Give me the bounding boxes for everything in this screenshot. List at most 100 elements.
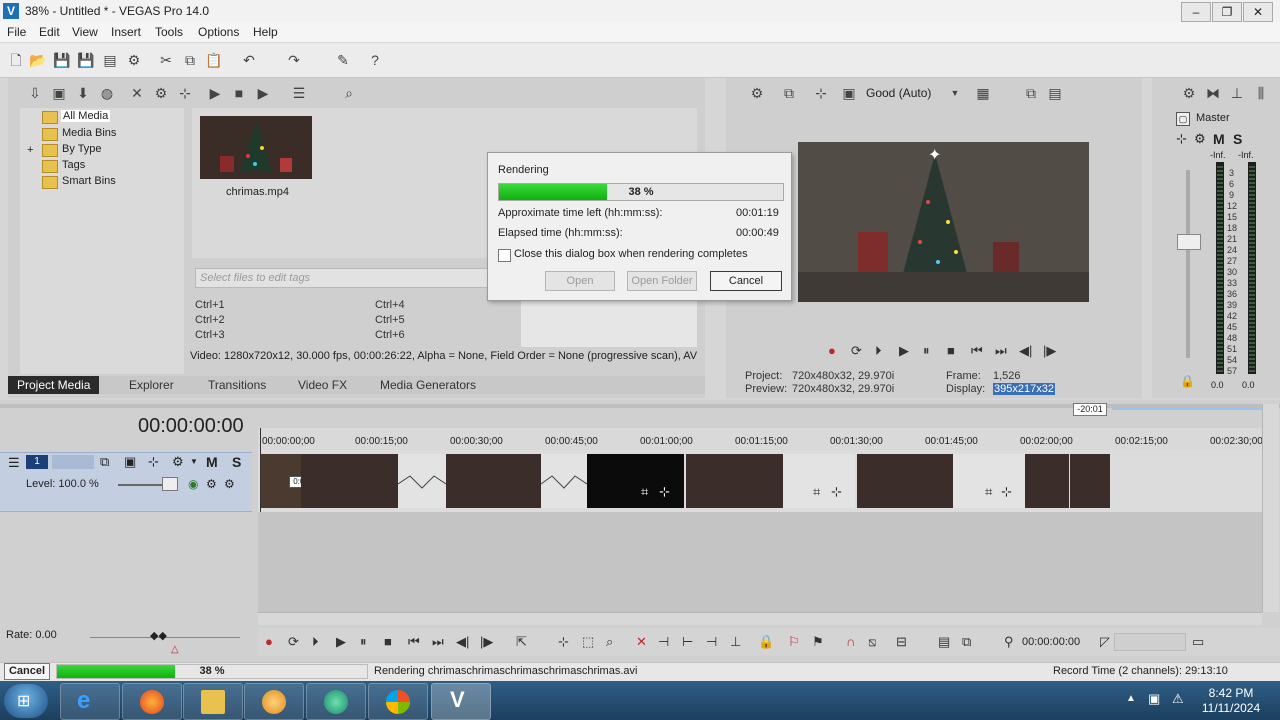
undo-icon[interactable]: ↶ (240, 51, 258, 69)
record-icon[interactable]: ● (265, 634, 273, 649)
tree-expander[interactable]: + (27, 144, 33, 156)
solo-button[interactable]: S (1233, 131, 1242, 147)
event-fx-icon[interactable]: ⊹ (659, 484, 670, 500)
event-fx-icon[interactable]: ⊹ (1001, 484, 1012, 500)
play-from-start-icon[interactable]: ⏵ (312, 634, 319, 650)
pause-icon[interactable]: ⏸ (923, 343, 930, 359)
play-icon[interactable]: ▶ (336, 634, 346, 650)
loop-icon[interactable]: ⟳ (288, 634, 299, 650)
plug-in-icon[interactable]: ⊹ (176, 84, 194, 102)
play-icon[interactable]: ▶ (899, 343, 909, 359)
lock-envelopes-icon[interactable]: ▤ (938, 634, 950, 650)
menu-file[interactable]: File (7, 25, 26, 39)
playhead[interactable] (260, 428, 261, 512)
taskbar-clock[interactable]: 8:42 PM 11/11/2024 (1196, 686, 1266, 716)
video-clip[interactable] (1070, 454, 1110, 508)
marker-icon[interactable]: ⚐ (788, 634, 800, 650)
taskbar-windows-app[interactable] (368, 683, 428, 720)
next-frame-icon[interactable]: |▶ (1043, 343, 1056, 359)
video-clip[interactable] (857, 454, 953, 508)
lock-icon[interactable]: 🔒 (758, 634, 774, 650)
normal-edit-tool-icon[interactable]: ⇱ (516, 634, 527, 650)
track-motion-icon[interactable]: ▣ (124, 454, 136, 470)
taskbar-media-player[interactable] (244, 683, 304, 720)
dim-output-icon[interactable]: ⊥ (1228, 84, 1246, 102)
tree-item-all-media[interactable]: All Media (61, 110, 111, 122)
tab-project-media[interactable]: Project Media (8, 376, 100, 394)
render-as-icon[interactable]: ▤ (101, 51, 119, 69)
taskbar-firefox[interactable] (122, 683, 182, 720)
delete-icon[interactable]: ✕ (636, 634, 647, 650)
tab-explorer[interactable]: Explorer (129, 378, 174, 392)
capture-icon[interactable]: ▣ (50, 84, 68, 102)
chevron-down-icon[interactable]: ▼ (190, 457, 198, 466)
pan-crop-icon[interactable]: ⌗ (641, 484, 648, 500)
tray-expand-icon[interactable]: ▲ (1126, 693, 1136, 704)
record-icon[interactable]: ● (828, 343, 836, 358)
track-name-input[interactable] (52, 455, 94, 469)
go-to-end-icon[interactable]: ⏭ (995, 343, 1007, 359)
bus-fx-icon[interactable]: ⊹ (1176, 131, 1187, 147)
previous-frame-icon[interactable]: ◀| (1019, 343, 1032, 359)
loop-icon[interactable]: ⟳ (851, 343, 862, 359)
track-fx-icon[interactable]: ⊹ (148, 454, 159, 470)
ignore-grouping-icon[interactable]: ⧉ (962, 634, 971, 650)
envelope-tool-icon[interactable]: ⊹ (558, 634, 569, 650)
cancel-render-button[interactable]: Cancel (710, 271, 782, 291)
fx-plugin-icon[interactable]: ✎ (334, 51, 352, 69)
event-fx-icon[interactable]: ⊹ (831, 484, 842, 500)
track-mute-button[interactable]: M (206, 454, 218, 470)
trim-icon[interactable]: ⊣ (658, 634, 669, 650)
tree-item-by-type[interactable]: By Type (62, 143, 102, 155)
preview-quality-select[interactable]: Good (Auto) (866, 86, 931, 100)
copy-icon[interactable]: ⧉ (181, 51, 199, 69)
timeline-ruler[interactable]: 00:00:00;00 00:00:15;00 00:00:30;00 00:0… (258, 428, 1263, 450)
views-icon[interactable]: ☰ (290, 84, 308, 102)
collapse-track-icon[interactable]: ☰ (8, 455, 20, 471)
crossfade[interactable] (540, 454, 588, 508)
mask-icon[interactable]: ⚙ (224, 477, 235, 491)
taskbar-internet-explorer[interactable]: e (60, 683, 120, 720)
video-clip[interactable] (446, 454, 541, 508)
network-icon[interactable]: ⚠ (1172, 691, 1184, 707)
save-as-icon[interactable]: 💾 (77, 51, 95, 69)
tab-transitions[interactable]: Transitions (208, 378, 266, 392)
menu-tools[interactable]: Tools (155, 25, 183, 39)
media-fx-icon[interactable]: ⚙ (152, 84, 170, 102)
stop-icon[interactable]: ■ (947, 343, 955, 358)
taskbar-app[interactable] (306, 683, 366, 720)
copy-snapshot-icon[interactable]: ⧉ (1022, 84, 1040, 102)
close-when-done-checkbox[interactable] (498, 249, 511, 262)
properties-icon[interactable]: ⚙ (125, 51, 143, 69)
video-clip-black[interactable]: ⌗ ⊹ (587, 454, 684, 508)
open-icon[interactable]: 📂 (29, 51, 47, 69)
open-folder-button[interactable]: Open Folder (627, 271, 697, 291)
tray-device-icon[interactable]: ▣ (1148, 691, 1160, 707)
rate-slider-handle[interactable]: ◆◆ (150, 629, 167, 642)
track-solo-button[interactable]: S (232, 454, 241, 470)
mixer-faders-icon[interactable]: ⫼ (1252, 84, 1270, 102)
maximize-button[interactable]: ❐ (1212, 2, 1242, 22)
new-project-icon[interactable]: 🗋 (7, 51, 25, 69)
media-thumbnail[interactable] (200, 116, 312, 179)
overlay-icon[interactable]: ▣ (840, 84, 858, 102)
grid-icon[interactable]: ▦ (974, 84, 992, 102)
previous-frame-icon[interactable]: ◀| (456, 634, 469, 650)
status-cancel-button[interactable]: Cancel (4, 663, 50, 680)
taskbar-vegas[interactable]: V (431, 683, 491, 720)
auto-preview-icon[interactable]: ▶ (254, 84, 272, 102)
save-snapshot-icon[interactable]: ▤ (1046, 84, 1064, 102)
mixer-settings-icon[interactable]: ⚙ (1180, 84, 1198, 102)
tag-input[interactable]: Select files to edit tags (195, 268, 497, 288)
split-screen-icon[interactable]: ⊹ (812, 84, 830, 102)
help-icon[interactable]: ? (366, 51, 384, 69)
stop-icon[interactable]: ■ (230, 84, 248, 102)
cut-icon[interactable]: ✂ (157, 51, 175, 69)
go-to-start-icon[interactable]: ⏮ (971, 343, 983, 359)
overview-bar[interactable] (1112, 407, 1262, 410)
bus-settings-icon[interactable]: ⚙ (1194, 131, 1206, 147)
stop-icon[interactable]: ■ (384, 634, 392, 649)
compositing-icon[interactable]: ⧉ (100, 454, 109, 470)
start-button[interactable]: ⊞ (4, 684, 48, 718)
snapping-icon[interactable]: ∩ (846, 634, 855, 649)
